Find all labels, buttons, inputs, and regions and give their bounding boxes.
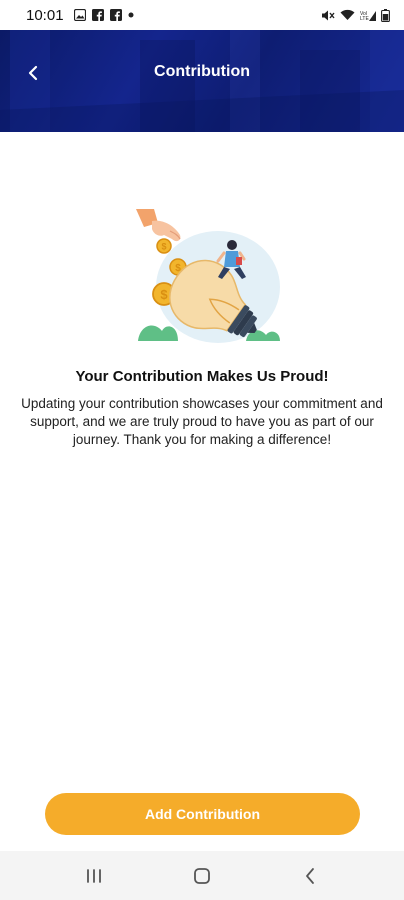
header-background-texture — [0, 30, 404, 132]
status-bar: 10:01 Vol LTE — [0, 0, 404, 30]
headline: Your Contribution Makes Us Proud! — [75, 368, 329, 385]
signal-icon: Vol LTE — [360, 9, 376, 21]
page-title: Contribution — [154, 63, 250, 80]
facebook-icon — [109, 9, 122, 21]
description-text: Updating your contribution showcases you… — [21, 396, 383, 447]
add-contribution-button[interactable]: Add Contribution — [45, 793, 360, 835]
mute-icon — [321, 9, 335, 22]
svg-text:$: $ — [161, 242, 166, 252]
battery-icon — [381, 8, 390, 22]
system-nav-bar — [0, 851, 404, 900]
recent-apps-button[interactable] — [74, 856, 114, 896]
svg-text:$: $ — [160, 287, 168, 302]
back-icon — [306, 867, 314, 884]
app-header: Contribution — [0, 30, 404, 132]
home-button[interactable] — [182, 856, 222, 896]
facebook-icon — [91, 9, 104, 21]
system-back-button[interactable] — [290, 856, 330, 896]
status-right: Vol LTE — [321, 8, 390, 22]
hand-dropping-coins-lightbulb-illustration: $ $ $ — [136, 209, 280, 343]
status-left: 10:01 — [26, 7, 134, 24]
svg-text:LTE: LTE — [360, 16, 369, 21]
dot-icon — [128, 12, 134, 18]
status-time: 10:01 — [26, 6, 64, 24]
home-icon — [194, 867, 210, 884]
wifi-icon — [340, 9, 355, 21]
recent-apps-icon — [87, 868, 101, 883]
screen: 10:01 Vol LTE Contribution $ $ $ Your Co… — [0, 0, 404, 900]
image-icon — [73, 9, 86, 21]
